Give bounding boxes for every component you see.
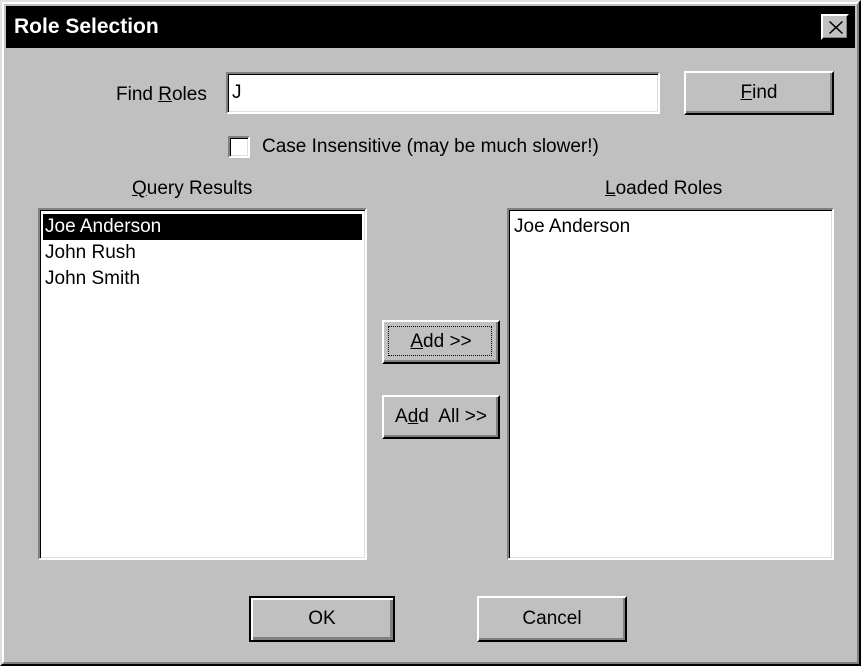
loaded-roles-list[interactable]: Joe Anderson (507, 208, 834, 560)
window-title: Role Selection (14, 15, 159, 38)
list-item[interactable]: John Rush (43, 240, 362, 266)
add-button-label: dd >> (423, 331, 472, 352)
case-insensitive-checkbox[interactable] (228, 136, 250, 158)
cancel-button[interactable]: Cancel (477, 596, 627, 642)
add-all-button-prefix: A (395, 406, 408, 427)
add-all-button-mnemonic: d (407, 406, 419, 427)
list-item[interactable]: John Smith (43, 266, 362, 292)
loaded-roles-header: Loaded Roles (605, 178, 722, 200)
list-item[interactable]: Joe Anderson (512, 214, 829, 240)
close-button[interactable] (821, 14, 849, 40)
close-icon (829, 21, 843, 34)
role-selection-dialog: Role Selection Find Roles Find Case Inse… (0, 0, 861, 666)
find-roles-label-mnemonic: R (158, 84, 172, 105)
find-button[interactable]: Find (684, 71, 834, 115)
add-button-mnemonic: A (410, 331, 424, 352)
ok-button[interactable]: OK (249, 596, 395, 642)
query-results-header: Query Results (132, 178, 252, 200)
query-results-header-mnemonic: Q (132, 178, 147, 199)
find-button-label: ind (752, 82, 778, 103)
find-roles-field[interactable] (226, 72, 660, 114)
loaded-roles-header-rest: oaded Roles (615, 178, 723, 199)
find-button-mnemonic: F (740, 82, 753, 103)
loaded-roles-header-mnemonic: L (605, 178, 616, 199)
add-button[interactable]: Add >> (382, 320, 500, 364)
cancel-button-label: Cancel (522, 608, 582, 629)
query-results-header-rest: uery Results (146, 178, 253, 199)
ok-button-label: OK (308, 608, 336, 629)
title-bar[interactable]: Role Selection (6, 6, 855, 48)
add-all-button-label: d All >> (418, 406, 487, 427)
find-roles-input[interactable] (231, 77, 655, 109)
query-results-list[interactable]: Joe Anderson John Rush John Smith (38, 208, 367, 560)
find-roles-label: Find Roles (116, 84, 207, 106)
case-insensitive-label[interactable]: Case Insensitive (may be much slower!) (262, 136, 599, 158)
find-roles-label-rest: oles (171, 84, 207, 105)
find-roles-label-prefix: Find (116, 84, 159, 105)
list-item[interactable]: Joe Anderson (43, 214, 362, 240)
add-all-button[interactable]: Add All >> (382, 395, 500, 439)
